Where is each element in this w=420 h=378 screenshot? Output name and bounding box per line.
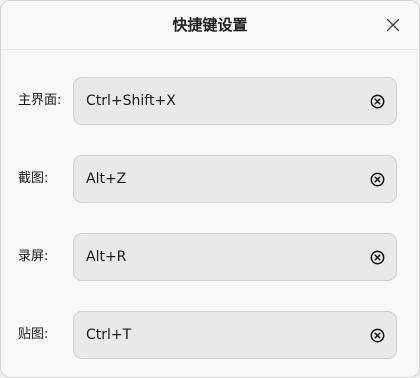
shortcut-input-pin-image[interactable]: Ctrl+T (73, 311, 397, 359)
title-bar: 快捷键设置 (1, 1, 419, 50)
shortcut-value: Alt+R (86, 249, 127, 265)
shortcut-row-screenshot: 截图: Alt+Z (1, 155, 419, 203)
clear-shortcut-button[interactable] (368, 248, 386, 266)
close-icon (386, 18, 400, 32)
shortcut-value: Ctrl+Shift+X (86, 93, 176, 109)
clear-circle-x-icon (370, 94, 384, 108)
shortcut-input-screen-record[interactable]: Alt+R (73, 233, 397, 281)
clear-shortcut-button[interactable] (368, 170, 386, 188)
shortcut-label: 录屏: (18, 249, 49, 264)
dialog-title: 快捷键设置 (172, 16, 248, 34)
shortcut-label: 主界面: (18, 93, 62, 108)
shortcut-input-main-window[interactable]: Ctrl+Shift+X (73, 77, 397, 125)
close-button[interactable] (381, 13, 405, 37)
shortcut-row-pin-image: 贴图: Ctrl+T (1, 311, 419, 359)
shortcut-label: 截图: (18, 171, 49, 186)
clear-circle-x-icon (370, 172, 384, 186)
clear-shortcut-button[interactable] (368, 326, 386, 344)
clear-circle-x-icon (370, 328, 384, 342)
shortcut-value: Ctrl+T (86, 327, 132, 343)
shortcut-row-screen-record: 录屏: Alt+R (1, 233, 419, 281)
shortcut-row-main-window: 主界面: Ctrl+Shift+X (1, 77, 419, 125)
clear-circle-x-icon (370, 250, 384, 264)
shortcut-label: 贴图: (18, 327, 49, 342)
shortcut-value: Alt+Z (86, 171, 127, 187)
shortcut-input-screenshot[interactable]: Alt+Z (73, 155, 397, 203)
clear-shortcut-button[interactable] (368, 92, 386, 110)
shortcut-settings-dialog: 快捷键设置 主界面: Ctrl+Shift+X 截图: Alt+Z 录屏: Al… (0, 0, 420, 378)
